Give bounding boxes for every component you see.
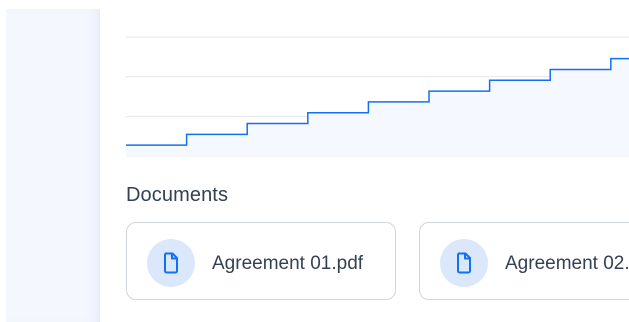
document-card[interactable]: Agreement 01.pdf <box>126 222 396 300</box>
step-chart <box>126 35 629 159</box>
chart-svg <box>126 36 629 157</box>
documents-title: Documents <box>126 184 229 206</box>
file-icon <box>147 239 195 287</box>
document-name: Agreement 02.pdf <box>505 253 629 274</box>
sidebar <box>6 9 100 322</box>
chart-area <box>126 58 629 156</box>
main-content: Documents Agreement 01.pdf Agreement 02.… <box>100 0 629 322</box>
document-name: Agreement 01.pdf <box>212 253 364 274</box>
file-icon <box>440 239 488 287</box>
document-card[interactable]: Agreement 02.pdf <box>419 222 629 300</box>
